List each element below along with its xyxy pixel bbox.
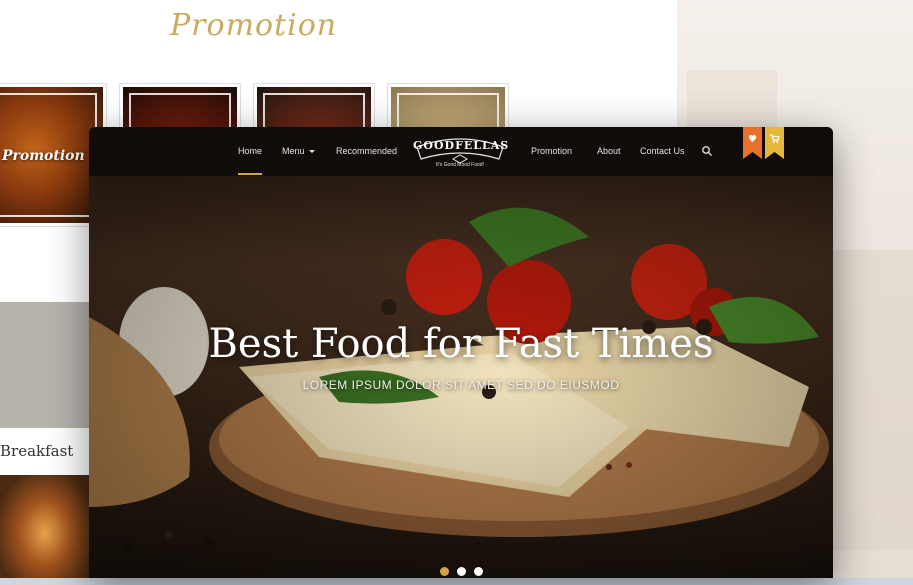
- burger-image: [0, 475, 90, 580]
- main-navbar: Home Menu Recommended GOODFELLAS It's Go…: [89, 127, 833, 176]
- nav-recommended[interactable]: Recommended: [336, 146, 397, 156]
- bottom-strip: [0, 578, 913, 585]
- nav-promotion[interactable]: Promotion: [531, 146, 572, 156]
- nav-about[interactable]: About: [597, 146, 621, 156]
- hero-title: Best Food for Fast Times: [208, 321, 714, 367]
- promotion-card-label: Promotion 1: [2, 148, 100, 164]
- website-window: Home Menu Recommended GOODFELLAS It's Go…: [89, 127, 833, 578]
- nav-menu-label: Menu: [282, 146, 305, 156]
- nav-contact-us[interactable]: Contact Us: [640, 146, 685, 156]
- slider-dot-1[interactable]: [440, 567, 449, 576]
- hero-subtitle: LOREM IPSUM DOLOR SIT AMET SED DO EIUSMO…: [302, 378, 620, 392]
- breakfast-label: Breakfast: [0, 442, 74, 460]
- logo-tagline: It's Good Mood Food!: [436, 162, 484, 168]
- logo-name: GOODFELLAS: [413, 139, 510, 152]
- slider-dot-3[interactable]: [474, 567, 483, 576]
- favorites-ribbon[interactable]: [743, 127, 762, 159]
- grey-panel: [0, 302, 90, 428]
- cart-ribbon[interactable]: [765, 127, 784, 159]
- nav-active-indicator: [238, 173, 262, 175]
- promotion-heading: Promotion: [170, 8, 338, 43]
- site-logo[interactable]: GOODFELLAS It's Good Mood Food!: [413, 133, 510, 173]
- nav-menu[interactable]: Menu: [282, 146, 315, 156]
- chevron-down-icon: [308, 150, 315, 154]
- slider-dot-2[interactable]: [457, 567, 466, 576]
- nav-home[interactable]: Home: [238, 146, 262, 156]
- search-icon[interactable]: [701, 145, 713, 157]
